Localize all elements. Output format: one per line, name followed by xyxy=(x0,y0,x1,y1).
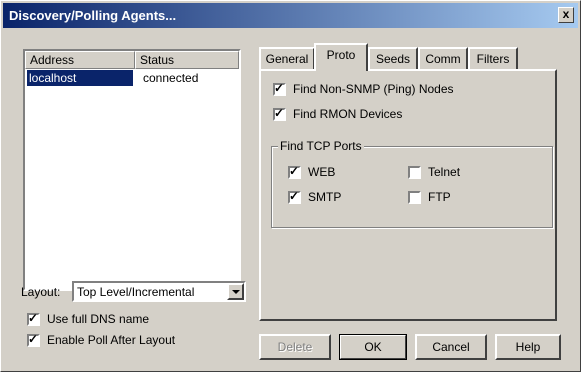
check-icon: ✓ xyxy=(274,81,285,95)
help-button[interactable]: Help xyxy=(495,334,561,360)
check-icon: ✓ xyxy=(289,189,300,203)
find-tcp-ports-group: Find TCP Ports xyxy=(271,139,553,228)
ftp-checkbox[interactable] xyxy=(408,191,421,204)
telnet-checkbox[interactable] xyxy=(408,166,421,179)
chevron-down-icon xyxy=(232,290,240,294)
use-full-dns-label[interactable]: Use full DNS name xyxy=(47,312,149,326)
enable-poll-label[interactable]: Enable Poll After Layout xyxy=(47,333,175,347)
tab-general[interactable]: General xyxy=(259,47,315,71)
column-header-address[interactable]: Address xyxy=(25,51,135,69)
check-icon: ✓ xyxy=(274,106,285,120)
agent-row-address[interactable]: localhost xyxy=(27,70,133,86)
layout-dropdown-button[interactable] xyxy=(227,283,244,300)
ftp-label[interactable]: FTP xyxy=(428,190,451,204)
delete-button[interactable]: Delete xyxy=(259,334,331,360)
find-rmon-checkbox[interactable]: ✓ xyxy=(273,106,286,121)
ok-button[interactable]: OK xyxy=(339,334,407,360)
find-tcp-ports-title: Find TCP Ports xyxy=(278,139,364,153)
tab-seeds[interactable]: Seeds xyxy=(368,47,418,71)
check-icon: ✓ xyxy=(28,332,39,346)
find-non-snmp-checkbox[interactable]: ✓ xyxy=(273,81,286,96)
column-header-status[interactable]: Status xyxy=(135,51,239,69)
close-button[interactable]: x xyxy=(558,7,574,23)
web-checkbox[interactable]: ✓ xyxy=(288,164,301,179)
check-icon: ✓ xyxy=(28,311,39,325)
agent-row-status[interactable]: connected xyxy=(141,70,198,86)
web-label[interactable]: WEB xyxy=(308,165,335,179)
layout-label: Layout: xyxy=(21,285,61,299)
layout-select-value: Top Level/Incremental xyxy=(77,285,195,299)
window-title: Discovery/Polling Agents... xyxy=(9,8,177,23)
tab-filters[interactable]: Filters xyxy=(468,47,518,71)
title-bar[interactable]: Discovery/Polling Agents... x xyxy=(3,3,578,28)
tab-comm[interactable]: Comm xyxy=(418,47,468,71)
smtp-label[interactable]: SMTP xyxy=(308,190,341,204)
discovery-polling-dialog: Discovery/Polling Agents... x Address St… xyxy=(0,0,581,372)
layout-select[interactable]: Top Level/Incremental xyxy=(72,281,246,302)
find-rmon-label[interactable]: Find RMON Devices xyxy=(293,107,402,121)
find-non-snmp-label[interactable]: Find Non-SNMP (Ping) Nodes xyxy=(293,82,454,96)
agents-list[interactable]: Address Status localhost connected xyxy=(23,49,241,291)
use-full-dns-checkbox[interactable]: ✓ xyxy=(27,311,40,326)
tab-proto[interactable]: Proto xyxy=(314,43,368,71)
telnet-label[interactable]: Telnet xyxy=(428,165,460,179)
check-icon: ✓ xyxy=(289,164,300,178)
smtp-checkbox[interactable]: ✓ xyxy=(288,189,301,204)
enable-poll-checkbox[interactable]: ✓ xyxy=(27,332,40,347)
cancel-button[interactable]: Cancel xyxy=(415,334,487,360)
